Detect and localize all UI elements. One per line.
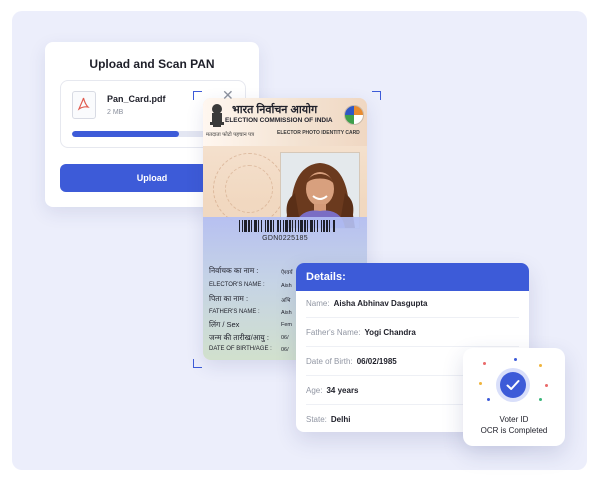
confetti [483, 362, 486, 365]
confetti [545, 384, 548, 387]
card-subtitle-hindi: मतदाता फोटो पहचान पत्र [206, 132, 255, 138]
file-size: 2 MB [107, 109, 124, 116]
detail-row-father-name: Father's Name: Yogi Chandra [306, 328, 416, 337]
detail-row-state: State: Delhi [306, 415, 350, 424]
file-name: Pan_Card.pdf [107, 94, 166, 104]
field-label-sex: लिंग / Sex [209, 320, 240, 329]
card-subtitle-english: ELECTOR PHOTO IDENTITY CARD [277, 130, 360, 136]
field-value-sex: Fem [281, 322, 292, 328]
field-label-father-name: FATHER'S NAME : [209, 309, 260, 315]
scan-corner-bottom-left [193, 359, 202, 368]
detail-label: Father's Name: [306, 328, 361, 337]
pdf-file-icon [72, 91, 96, 119]
details-header: Details: [296, 263, 529, 291]
card-number: GDN0225185 [262, 235, 308, 242]
detail-row-dob: Date of Birth: 06/02/1985 [306, 357, 397, 366]
details-title: Details: [306, 271, 346, 283]
scan-corner-top-left [193, 91, 202, 100]
field-label-father-name-hindi: पिता का नाम : [209, 294, 249, 303]
confetti [514, 358, 517, 361]
upload-title: Upload and Scan PAN [89, 57, 215, 71]
field-label-dob: DATE OF BIRTH/AGE : [209, 346, 272, 352]
field-value-father-name-hindi: अभि [281, 298, 291, 304]
detail-label: State: [306, 415, 327, 424]
divider [306, 317, 519, 318]
confetti [539, 364, 542, 367]
confetti [487, 398, 490, 401]
field-value-elector-name: Aish [281, 283, 292, 289]
national-emblem-icon [210, 104, 224, 127]
detail-value: 06/02/1985 [356, 357, 397, 366]
status-line-1: Voter ID [499, 415, 529, 424]
divider [306, 346, 519, 347]
ocr-complete-card: Voter ID OCR is Completed [463, 348, 565, 446]
detail-value: Yogi Chandra [364, 328, 416, 337]
detail-value: 34 years [326, 386, 359, 395]
field-value-elector-name-hindi: ऐश्वर्य [281, 270, 293, 276]
detail-label: Name: [306, 299, 330, 308]
field-value-dob: 06/ [281, 347, 289, 353]
confetti [479, 382, 482, 385]
card-title-english: ELECTION COMMISSION OF INDIA [225, 117, 333, 124]
card-barcode [239, 220, 335, 232]
check-icon [500, 372, 526, 398]
detail-row-name: Name: Aisha Abhinav Dasgupta [306, 299, 428, 308]
field-label-elector-name: ELECTOR'S NAME : [209, 282, 265, 288]
eci-logo-icon [344, 105, 364, 125]
detail-row-age: Age: 34 years [306, 386, 359, 395]
detail-value: Delhi [330, 415, 351, 424]
card-title-hindi: भारत निर्वाचन आयोग [232, 104, 318, 116]
card-watermark-inner [225, 165, 273, 213]
confetti [539, 398, 542, 401]
card-header: भारत निर्वाचन आयोग ELECTION COMMISSION O… [203, 98, 367, 146]
close-icon[interactable]: ✕ [222, 88, 234, 102]
status-line-2: OCR is Completed [480, 426, 548, 435]
scan-corner-top-right [372, 91, 381, 100]
detail-label: Date of Birth: [306, 357, 353, 366]
field-value-father-name: Aish [281, 310, 292, 316]
detail-value: Aisha Abhinav Dasgupta [333, 299, 428, 308]
field-value-dob-hindi: 06/ [281, 335, 289, 341]
detail-label: Age: [306, 386, 323, 395]
field-label-dob-hindi: जन्म की तारीख/आयु : [209, 333, 269, 342]
upload-progress-fill [72, 131, 179, 137]
field-label-elector-name-hindi: निर्वाचक का नाम : [209, 266, 259, 275]
